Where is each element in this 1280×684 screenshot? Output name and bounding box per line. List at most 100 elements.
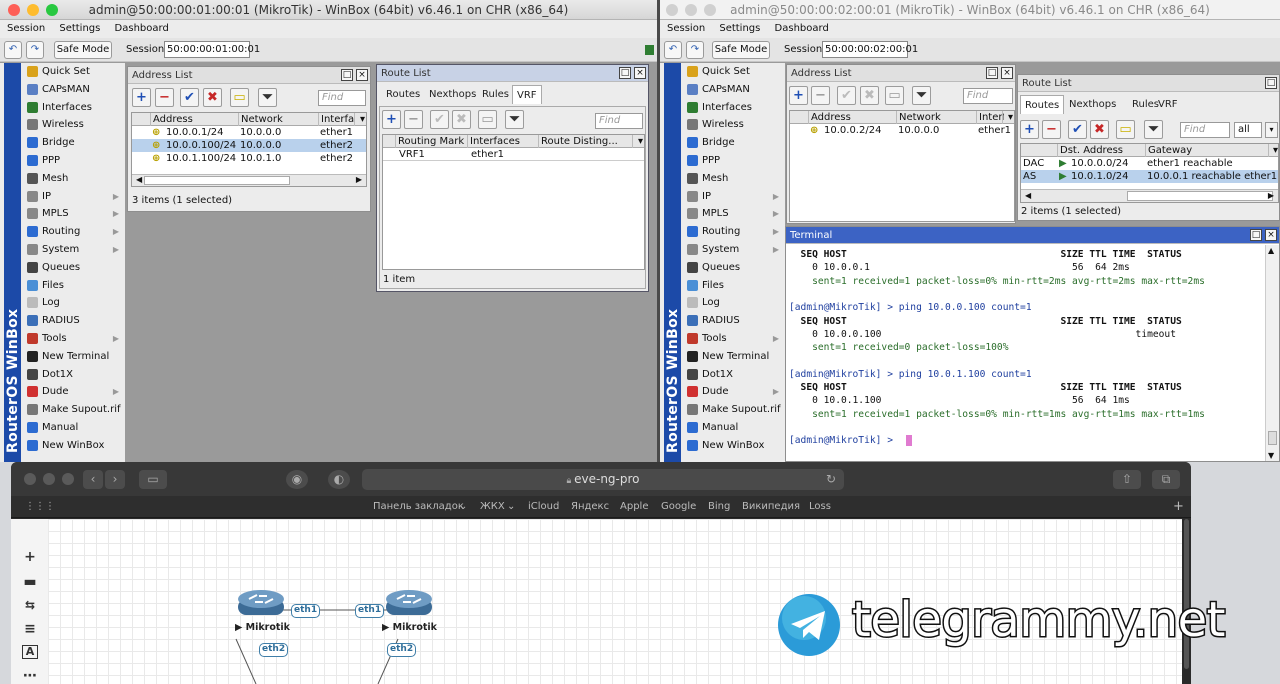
menu-settings[interactable]: Settings (59, 23, 100, 34)
undo-button[interactable]: ↶ (4, 41, 22, 59)
filter-select[interactable]: all (1234, 122, 1262, 138)
swap-icon[interactable]: ⇆ (22, 598, 38, 612)
tab-nexthops[interactable]: Nexthops (425, 85, 480, 104)
col-route-disting[interactable]: Route Disting... (538, 135, 632, 148)
fav-wikipedia[interactable]: Википедия (742, 496, 800, 518)
filter-icon[interactable]: ⏷ (505, 110, 524, 129)
interface-label[interactable]: eth2 (259, 643, 289, 657)
tab-nexthops[interactable]: Nexthops (1065, 95, 1120, 114)
sidebar-item-queues[interactable]: Queues (685, 259, 783, 277)
tab-vrf[interactable]: VRF (512, 85, 542, 104)
column-menu-icon[interactable]: ▾ (1002, 111, 1014, 124)
tab-routes[interactable]: Routes (1020, 95, 1065, 114)
menu-session[interactable]: Session (7, 23, 45, 34)
menu-dashboard[interactable]: Dashboard (775, 23, 829, 34)
find-input[interactable]: Find (595, 113, 643, 129)
fav-google[interactable]: Google (661, 496, 696, 518)
sidebar-item-manual[interactable]: Manual (25, 419, 123, 437)
menu-session[interactable]: Session (667, 23, 705, 34)
sidebar-item-new-winbox[interactable]: New WinBox (25, 437, 123, 455)
column-menu-icon[interactable]: ▾ (1268, 144, 1278, 157)
horizontal-scrollbar[interactable]: ◀ ▶ (1021, 189, 1278, 202)
extension-icon[interactable]: ◉ (286, 470, 308, 489)
zoom-icon[interactable] (62, 473, 74, 485)
add-tab-icon[interactable]: + (1173, 496, 1184, 518)
fav-yandex[interactable]: Яндекс (571, 496, 609, 518)
tabs-icon[interactable]: ⧉ (1152, 470, 1180, 489)
sidebar-item-mpls[interactable]: MPLS ▶ (685, 205, 783, 223)
sidebar-item-make-supout-rif[interactable]: Make Supout.rif (25, 401, 123, 419)
table-row[interactable]: DAC ▶ 10.0.0.0/24 ether1 reachable (1021, 157, 1278, 170)
add-icon[interactable]: + (1020, 120, 1039, 139)
tab-vrf[interactable]: VRF (1154, 95, 1182, 114)
fav-apple[interactable]: Apple (620, 496, 648, 518)
sidebar-item-bridge[interactable]: Bridge (25, 134, 123, 152)
sidebar-item-manual[interactable]: Manual (685, 419, 783, 437)
sidebar-item-ppp[interactable]: PPP (25, 152, 123, 170)
table-row[interactable]: ⊕ 10.0.0.1/24 10.0.0.0 ether1 (132, 126, 366, 139)
sidebar-item-tools[interactable]: Tools ▶ (685, 330, 783, 348)
share-icon[interactable]: ⇧ (1113, 470, 1141, 489)
sidebar-item-mesh[interactable]: Mesh (25, 170, 123, 188)
tab-rules[interactable]: Rules (478, 85, 513, 104)
minimize-icon[interactable] (685, 4, 697, 16)
sidebar-item-dude[interactable]: Dude ▶ (685, 383, 783, 401)
tab-routes[interactable]: Routes (382, 85, 424, 104)
sidebar-item-ip[interactable]: IP ▶ (25, 188, 123, 206)
interface-label[interactable]: eth1 (291, 604, 321, 618)
enable-icon[interactable]: ✔ (1068, 120, 1087, 139)
sidebar-item-new-winbox[interactable]: New WinBox (685, 437, 783, 455)
storage-icon[interactable]: ▬ (22, 575, 38, 589)
fav-bing[interactable]: Bing (708, 496, 730, 518)
sidebar-item-dude[interactable]: Dude ▶ (25, 383, 123, 401)
minimize-icon[interactable] (27, 4, 39, 16)
comment-icon[interactable]: ▭ (1116, 120, 1135, 139)
sidebar-item-wireless[interactable]: Wireless (25, 116, 123, 134)
table-row[interactable]: ⊕ 10.0.0.2/24 10.0.0.0 ether1 (790, 124, 1014, 137)
disable-icon[interactable]: ✖ (203, 88, 222, 107)
minimize-icon[interactable] (43, 473, 55, 485)
fav-bookmarks[interactable]: Панель закладок (373, 496, 464, 518)
maximize-icon[interactable]: □ (619, 67, 631, 79)
sidebar-item-queues[interactable]: Queues (25, 259, 123, 277)
sidebar-item-capsman[interactable]: CAPsMAN (25, 81, 123, 99)
sidebar-item-system[interactable]: System ▶ (25, 241, 123, 259)
sidebar-item-ppp[interactable]: PPP (685, 152, 783, 170)
comment-icon[interactable]: ▭ (885, 86, 904, 105)
sidebar-item-new-terminal[interactable]: New Terminal (25, 348, 123, 366)
sidebar-item-tools[interactable]: Tools ▶ (25, 330, 123, 348)
find-input[interactable]: Find (318, 90, 366, 106)
enable-icon[interactable]: ✔ (430, 110, 449, 129)
redo-button[interactable]: ↷ (26, 41, 44, 59)
sidebar-item-log[interactable]: Log (25, 294, 123, 312)
remove-icon[interactable]: − (404, 110, 423, 129)
remove-icon[interactable]: − (1042, 120, 1061, 139)
router-icon[interactable] (237, 589, 285, 619)
close-icon[interactable] (666, 4, 678, 16)
text-icon[interactable]: A (22, 645, 38, 659)
add-icon[interactable]: + (22, 550, 38, 564)
sidebar-item-make-supout-rif[interactable]: Make Supout.rif (685, 401, 783, 419)
interface-label[interactable]: eth2 (387, 643, 417, 657)
add-icon[interactable]: + (382, 110, 401, 129)
close-icon[interactable]: × (1001, 67, 1013, 79)
undo-button[interactable]: ↶ (664, 41, 682, 59)
comment-icon[interactable]: ▭ (478, 110, 497, 129)
col-network[interactable]: Network (896, 111, 976, 124)
sidebar-item-wireless[interactable]: Wireless (685, 116, 783, 134)
privacy-icon[interactable]: ◐ (328, 470, 350, 489)
sidebar-item-routing[interactable]: Routing ▶ (25, 223, 123, 241)
find-input[interactable]: Find (963, 88, 1013, 104)
close-icon[interactable] (8, 4, 20, 16)
safe-mode-button[interactable]: Safe Mode (54, 41, 112, 59)
sidebar-item-routing[interactable]: Routing ▶ (685, 223, 783, 241)
sidebar-item-interfaces[interactable]: Interfaces (25, 99, 123, 117)
maximize-icon[interactable]: □ (986, 67, 998, 79)
terminal-panel[interactable]: Terminal □ × SEQ HOST SIZE TTL TIME STAT… (785, 226, 1280, 462)
sidebar-item-radius[interactable]: RADIUS (685, 312, 783, 330)
fav-zhkh[interactable]: ЖКХ (480, 496, 505, 518)
table-row[interactable]: AS ▶ 10.0.1.0/24 10.0.0.1 reachable ethe… (1021, 170, 1278, 183)
sidebar-item-bridge[interactable]: Bridge (685, 134, 783, 152)
zoom-icon[interactable] (46, 4, 58, 16)
enable-icon[interactable]: ✔ (180, 88, 199, 107)
